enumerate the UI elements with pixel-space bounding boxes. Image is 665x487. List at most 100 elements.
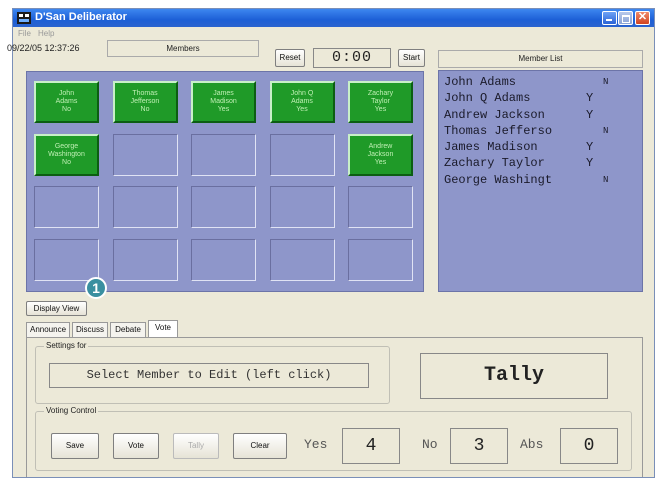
member-last-label: Adams (291, 98, 313, 105)
member-list-row[interactable]: George Washingt N (439, 172, 642, 188)
empty-seat-cell[interactable] (348, 186, 413, 228)
yes-label: Yes (304, 437, 328, 452)
member-list-vote: Y (586, 107, 594, 122)
member-cell[interactable]: John Adams No (34, 81, 99, 123)
close-button[interactable]: ✕ (635, 11, 650, 25)
tab-vote[interactable]: Vote (148, 320, 178, 337)
member-last-label: Jefferson (130, 98, 160, 105)
member-list-vote: N (603, 125, 609, 136)
member-last-label: Taylor (371, 98, 390, 105)
member-list-name: James Madison (444, 140, 538, 155)
voting-control-label: Voting Control (44, 406, 99, 415)
member-cell[interactable]: Zachary Taylor Yes (348, 81, 413, 123)
member-cell[interactable]: Thomas Jefferson No (112, 81, 178, 123)
member-list-header: Member List (438, 50, 643, 68)
start-button[interactable]: Start (398, 49, 425, 67)
member-first-label: John Q (290, 90, 314, 97)
callout-badge: 1 (85, 277, 107, 299)
close-icon: ✕ (637, 11, 648, 23)
abs-label: Abs (520, 437, 544, 452)
tally-button[interactable]: Tally (173, 433, 219, 459)
member-vote-label: Yes (374, 158, 387, 166)
clear-button[interactable]: Clear (233, 433, 287, 459)
menu-bar: File Help (13, 27, 654, 41)
yes-count: 4 (342, 428, 400, 464)
minimize-button[interactable] (602, 11, 617, 25)
no-label: No (422, 437, 438, 452)
member-last-label: Jackson (367, 150, 394, 158)
empty-seat-cell[interactable] (191, 186, 256, 228)
member-list-vote: N (603, 174, 609, 185)
tab-discuss[interactable]: Discuss (72, 322, 108, 337)
member-first-label: John (58, 90, 75, 97)
member-list-name: Zachary Taylor (444, 156, 545, 171)
member-list-row[interactable]: Thomas Jefferso N (439, 123, 642, 139)
datetime-label: 09/22/05 12:37:26 (7, 43, 80, 53)
member-list-row[interactable]: Zachary Taylor Y (439, 155, 642, 171)
members-header: Members (107, 40, 259, 57)
maximize-button[interactable] (618, 11, 633, 25)
member-vote-label: Yes (217, 106, 230, 113)
member-list-vote: Y (586, 140, 594, 155)
empty-seat-cell[interactable] (112, 238, 178, 281)
member-cell[interactable]: John Q Adams Yes (269, 81, 335, 123)
member-first-label: George (54, 142, 79, 150)
timer-display: 0:00 (313, 48, 391, 68)
tab-debate[interactable]: Debate (110, 322, 146, 337)
empty-seat-cell[interactable] (269, 133, 335, 176)
no-count: 3 (450, 428, 508, 464)
app-icon (17, 12, 31, 24)
select-member-field[interactable]: Select Member to Edit (left click) (49, 363, 369, 388)
member-list-vote: Y (586, 156, 594, 171)
member-list-vote: N (603, 77, 609, 87)
settings-group-label: Settings for (44, 341, 89, 350)
empty-seat-cell[interactable] (112, 186, 178, 228)
member-first-label: James (213, 90, 234, 97)
member-list-name: John Q Adams (444, 91, 531, 106)
member-cell[interactable]: James Madison Yes (191, 81, 256, 123)
member-list-row[interactable]: John Q Adams Y (439, 90, 642, 106)
member-cell[interactable]: Andrew Jackson Yes (348, 133, 413, 176)
member-cell[interactable]: George Washington No (34, 133, 99, 176)
member-list-row[interactable]: John Adams N (439, 74, 642, 90)
empty-seat-cell[interactable] (112, 133, 178, 176)
tally-title: Tally (420, 353, 608, 399)
menu-file[interactable]: File (18, 29, 31, 38)
vote-button[interactable]: Vote (113, 433, 159, 459)
reset-button[interactable]: Reset (275, 49, 305, 67)
save-button[interactable]: Save (51, 433, 99, 459)
empty-seat-cell[interactable] (269, 238, 335, 281)
member-last-label: Washington (48, 150, 85, 158)
empty-seat-cell[interactable] (34, 186, 99, 228)
member-list-name: Andrew Jackson (444, 107, 545, 122)
empty-seat-cell[interactable] (191, 238, 256, 281)
member-vote-label: No (62, 106, 71, 113)
member-list-row[interactable]: James Madison Y (439, 139, 642, 155)
menu-help[interactable]: Help (38, 29, 54, 38)
member-list-name: George Washingt (444, 172, 553, 187)
empty-seat-cell[interactable] (348, 238, 413, 281)
member-first-label: Zachary (367, 90, 394, 97)
member-list-vote: Y (586, 91, 594, 106)
member-list-name: John Adams (444, 75, 517, 89)
member-grid: John Adams No Thomas Jefferson No James Madison… (26, 71, 424, 292)
member-list-name: Thomas Jefferso (444, 123, 553, 138)
member-first-label: Andrew (368, 142, 393, 150)
member-vote-label: No (140, 106, 150, 113)
member-first-label: Thomas (132, 90, 158, 97)
empty-seat-cell[interactable] (191, 133, 256, 176)
member-vote-label: No (62, 158, 71, 166)
member-last-label: Adams (55, 98, 78, 105)
empty-seat-cell[interactable] (269, 186, 335, 228)
empty-seat-cell[interactable] (34, 238, 99, 281)
display-view-button[interactable]: Display View (26, 301, 87, 316)
window-title: D'San Deliberator (35, 11, 127, 23)
member-vote-label: Yes (296, 106, 308, 113)
member-list: John Adams N John Q Adams Y Andrew Jackson Y T… (438, 70, 643, 292)
member-vote-label: Yes (374, 106, 387, 113)
abs-count: 0 (560, 428, 618, 464)
tab-announce[interactable]: Announce (26, 322, 70, 337)
member-list-row[interactable]: Andrew Jackson Y (439, 107, 642, 123)
title-bar: D'San Deliberator ✕ (13, 9, 654, 27)
member-last-label: Madison (210, 98, 237, 105)
